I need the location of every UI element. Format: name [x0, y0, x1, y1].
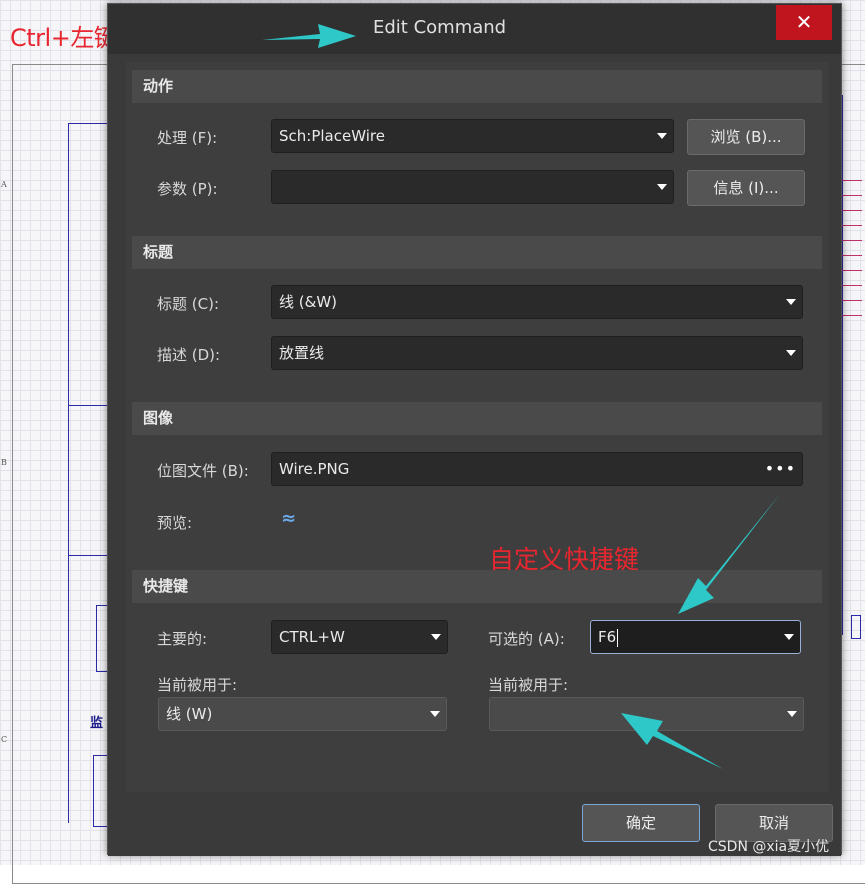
- title-value: 线 (&W): [279, 293, 338, 311]
- schematic-part: [851, 615, 861, 639]
- schematic-wire: [68, 405, 108, 406]
- browse-button[interactable]: 浏览 (B)...: [687, 119, 805, 155]
- annotation-arrow-to-alternative: [678, 494, 780, 614]
- params-combo[interactable]: [271, 170, 674, 204]
- primary-used-by-combo[interactable]: 线 (W): [158, 697, 447, 731]
- zone-letter-c: C: [1, 735, 8, 744]
- alt-used-by-label: 当前被用于:: [488, 676, 569, 694]
- dialog-title-bar[interactable]: Edit Command ✕: [108, 4, 841, 54]
- info-button[interactable]: 信息 (I)...: [687, 170, 805, 206]
- chevron-down-icon: [786, 299, 796, 305]
- zone-letter-b: B: [1, 458, 7, 467]
- primary-shortcut-label: 主要的:: [157, 630, 208, 648]
- chevron-down-icon: [657, 133, 667, 139]
- process-value: Sch:PlaceWire: [279, 127, 385, 145]
- alternative-shortcut-value: F6: [598, 628, 617, 646]
- dialog-title: Edit Command: [373, 17, 507, 38]
- ok-button[interactable]: 确定: [582, 804, 700, 842]
- process-combo[interactable]: Sch:PlaceWire: [271, 119, 674, 153]
- description-value: 放置线: [279, 344, 325, 362]
- section-header-image: 图像: [132, 402, 822, 435]
- chevron-down-icon: [431, 634, 441, 640]
- watermark: CSDN @xia夏小优: [708, 839, 830, 855]
- primary-used-by-label: 当前被用于:: [157, 676, 238, 694]
- chevron-down-icon: [784, 634, 794, 640]
- process-label: 处理 (F):: [157, 129, 218, 147]
- schematic-wire: [842, 180, 862, 181]
- annotation-custom-shortcut: 自定义快捷键: [489, 545, 640, 574]
- schematic-wire: [842, 225, 862, 226]
- edit-command-dialog: Edit Command ✕ 动作 处理 (F): Sch:PlaceWire …: [107, 3, 842, 856]
- zone-letter-a: A: [1, 180, 7, 189]
- bitmap-file-value: Wire.PNG: [279, 460, 350, 478]
- preview-label: 预览:: [157, 514, 193, 532]
- close-icon: ✕: [795, 10, 813, 34]
- text-cursor: [617, 628, 619, 647]
- section-header-caption: 标题: [132, 236, 822, 269]
- wire-preview-icon: ≈: [281, 508, 297, 529]
- chevron-down-icon: [430, 711, 440, 717]
- schematic-wire: [68, 555, 108, 556]
- schematic-wire: [842, 315, 862, 316]
- section-header-action: 动作: [132, 70, 822, 103]
- schematic-wire: [842, 195, 862, 196]
- bitmap-file-label: 位图文件 (B):: [157, 462, 249, 480]
- schematic-wire: [842, 255, 862, 256]
- alternative-shortcut-combo[interactable]: F6: [590, 620, 801, 654]
- schematic-wire: [842, 285, 862, 286]
- schematic-wire: [842, 210, 862, 211]
- schematic-wire: [842, 95, 843, 635]
- annotation-arrow-top: [262, 24, 356, 48]
- browse-dots-icon[interactable]: •••: [765, 453, 796, 485]
- primary-shortcut-combo[interactable]: CTRL+W: [271, 620, 448, 654]
- params-label: 参数 (P):: [157, 180, 218, 198]
- schematic-label: 监: [90, 716, 104, 731]
- annotation-arrow-to-used-by: [621, 713, 723, 769]
- title-label: 标题 (C):: [157, 295, 219, 313]
- schematic-wire: [842, 270, 862, 271]
- primary-used-by-value: 线 (W): [166, 705, 213, 723]
- schematic-wire: [68, 123, 108, 124]
- close-button[interactable]: ✕: [776, 5, 832, 40]
- alternative-shortcut-label: 可选的 (A):: [488, 630, 565, 648]
- description-combo[interactable]: 放置线: [271, 336, 803, 370]
- title-combo[interactable]: 线 (&W): [271, 285, 803, 319]
- bitmap-file-field[interactable]: Wire.PNG •••: [271, 452, 803, 486]
- chevron-down-icon: [787, 711, 797, 717]
- description-label: 描述 (D):: [157, 346, 221, 364]
- schematic-wire: [842, 300, 862, 301]
- dialog-content: 动作 处理 (F): Sch:PlaceWire 浏览 (B)... 参数 (P…: [126, 62, 829, 792]
- schematic-wire: [842, 240, 862, 241]
- primary-shortcut-value: CTRL+W: [279, 628, 345, 646]
- schematic-wire: [68, 123, 69, 823]
- chevron-down-icon: [657, 184, 667, 190]
- chevron-down-icon: [786, 350, 796, 356]
